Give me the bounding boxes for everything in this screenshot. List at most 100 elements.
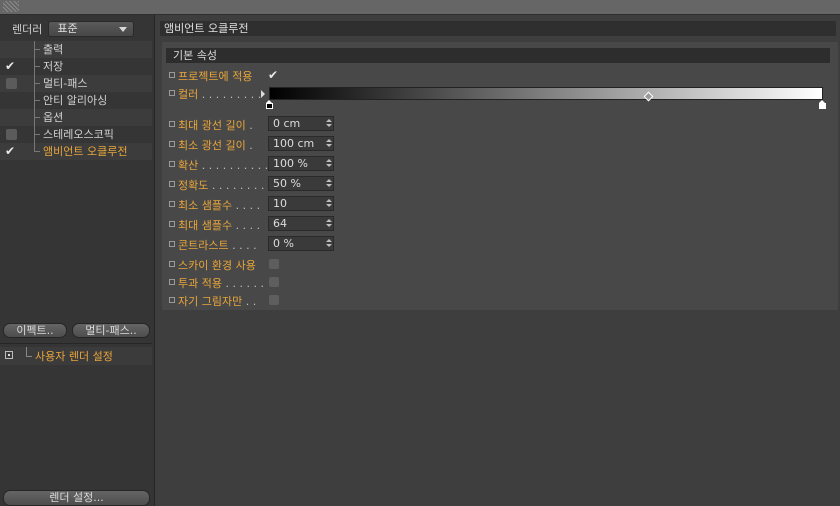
animate-dot-icon[interactable]: [169, 241, 175, 247]
max-samples-input[interactable]: 64: [268, 216, 334, 231]
evaluate-transparency-row: 투과 적용 . . . . . .: [167, 274, 827, 290]
accuracy-input[interactable]: 50 %: [268, 176, 334, 191]
animate-dot-icon[interactable]: [169, 161, 175, 167]
contrast-input[interactable]: 0 %: [268, 236, 334, 251]
expand-triangle-icon[interactable]: [261, 90, 265, 98]
checkbox[interactable]: [6, 129, 17, 140]
label-dots: . . . . . . . . .: [208, 179, 272, 192]
label-dots: . . . .: [228, 239, 257, 252]
animate-dot-icon[interactable]: [169, 221, 175, 227]
attributes-panel: 앰비언트 오클루전 기본 속성 프로젝트에 적용 ✔ 컬러 . . . . . …: [156, 15, 840, 506]
checkmark-icon[interactable]: ✔: [5, 58, 15, 75]
tree-branch: [26, 356, 32, 357]
label-dots: . . . .: [232, 219, 261, 232]
label-text: 콘트라스트: [178, 239, 229, 252]
spinner-arrows-icon[interactable]: [326, 199, 332, 208]
param-label: 최소 광선 길이 .: [178, 137, 253, 153]
apply-to-project-checkbox[interactable]: ✔: [268, 67, 278, 83]
grip-icon[interactable]: [3, 1, 19, 12]
tree-item-options[interactable]: 옵션: [0, 109, 152, 126]
animate-dot-icon[interactable]: [169, 90, 175, 96]
param-label: 프로젝트에 적용: [178, 70, 253, 83]
dispersion-input[interactable]: 100 %: [268, 156, 334, 171]
gradient-knot-right[interactable]: [819, 100, 826, 109]
multipass-button[interactable]: 멀티-패스..: [72, 323, 150, 338]
animate-dot-icon[interactable]: [169, 141, 175, 147]
animate-dot-icon[interactable]: [169, 297, 175, 303]
self-shadowing-only-checkbox[interactable]: [269, 295, 279, 305]
spinner-arrows-icon[interactable]: [326, 239, 332, 248]
label-text: 확산: [178, 159, 199, 172]
tree-branch: [34, 66, 40, 67]
gradient-midpoint-handle[interactable]: [643, 91, 654, 102]
spinner-arrows-icon[interactable]: [326, 119, 332, 128]
tree-item-antialiasing[interactable]: 안티 알리아싱: [0, 92, 152, 109]
tree-branch: [34, 117, 40, 118]
tree-item-output[interactable]: 출력: [0, 41, 152, 58]
animate-dot-icon[interactable]: [169, 121, 175, 127]
tree-branch: [34, 134, 40, 135]
param-label: 정확도 . . . . . . . . .: [178, 177, 271, 193]
label-text: 최소 광선 길이: [178, 139, 246, 152]
tree-item-ambient-occlusion[interactable]: ✔ 앰비언트 오클루전: [0, 143, 152, 160]
label-dots: . . . . . . . . . .: [198, 159, 269, 172]
checkbox[interactable]: [6, 78, 17, 89]
left-panel: 렌더러 표준 출력 ✔ 저장 멀티-패스 안티 알리아싱 옵션 스테레오스코픽 …: [0, 15, 155, 506]
min-ray-length-input[interactable]: 100 cm: [268, 136, 334, 151]
label-dots: . . . . . . . . .: [198, 88, 262, 101]
basic-properties-group: 기본 속성 프로젝트에 적용 ✔ 컬러 . . . . . . . . . 최대…: [162, 42, 838, 310]
spinner-arrows-icon[interactable]: [326, 159, 332, 168]
gradient-knot-left[interactable]: [266, 100, 273, 109]
field-value: 0 cm: [273, 117, 301, 130]
divider: [0, 343, 152, 344]
color-label: 컬러: [178, 88, 199, 101]
max-ray-length-input[interactable]: 0 cm: [268, 116, 334, 131]
max-ray-length-row: 최대 광선 길이 . 0 cm: [167, 116, 827, 132]
label-text: 정확도: [178, 179, 209, 192]
tree-item-multipass[interactable]: 멀티-패스: [0, 75, 152, 92]
user-render-setting-label: 사용자 렌더 설정: [35, 350, 113, 363]
min-samples-input[interactable]: 10: [268, 196, 334, 211]
effect-button[interactable]: 이펙트..: [3, 323, 67, 338]
field-value: 0 %: [273, 237, 294, 250]
field-value: 64: [273, 217, 287, 230]
knot-swatch: [819, 103, 826, 109]
color-gradient[interactable]: [269, 87, 823, 102]
checkmark-icon[interactable]: ✔: [5, 143, 15, 160]
field-value: 100 cm: [273, 137, 315, 150]
label-text: 최소 샘플수: [178, 199, 233, 212]
renderer-value: 표준: [57, 22, 78, 35]
tree-item-label: 안티 알리아싱: [43, 94, 108, 107]
contrast-row: 콘트라스트 . . . . 0 %: [167, 236, 827, 252]
animate-dot-icon[interactable]: [169, 181, 175, 187]
animate-dot-icon[interactable]: [169, 72, 175, 78]
min-samples-row: 최소 샘플수 . . . . 10: [167, 196, 827, 212]
spinner-arrows-icon[interactable]: [326, 179, 332, 188]
tree-item-stereoscopic[interactable]: 스테레오스코픽: [0, 126, 152, 143]
render-settings-button[interactable]: 렌더 설정...: [3, 490, 150, 506]
spinner-arrows-icon[interactable]: [326, 219, 332, 228]
tree-item-label: 앰비언트 오클루전: [43, 145, 128, 158]
expand-icon[interactable]: [5, 351, 13, 359]
self-shadowing-only-row: 자기 그림자만 . .: [167, 292, 827, 308]
renderer-label: 렌더러: [12, 23, 43, 36]
spinner-arrows-icon[interactable]: [326, 139, 332, 148]
tree-item-label: 출력: [43, 43, 64, 56]
field-value: 50 %: [273, 177, 301, 190]
use-sky-environment-checkbox[interactable]: [269, 259, 279, 269]
label-dots: . . . . . .: [221, 277, 264, 290]
dispersion-row: 확산 . . . . . . . . . . 100 %: [167, 156, 827, 172]
animate-dot-icon[interactable]: [169, 201, 175, 207]
renderer-dropdown[interactable]: 표준: [48, 21, 135, 37]
user-render-setting-item[interactable]: 사용자 렌더 설정: [0, 347, 152, 365]
animate-dot-icon[interactable]: [169, 261, 175, 267]
tree-item-save[interactable]: ✔ 저장: [0, 58, 152, 75]
label-text: 투과 적용: [178, 277, 222, 290]
render-settings-tree: 출력 ✔ 저장 멀티-패스 안티 알리아싱 옵션 스테레오스코픽 ✔ 앰비언트 …: [0, 41, 152, 160]
tree-line: [26, 347, 27, 356]
animate-dot-icon[interactable]: [169, 279, 175, 285]
tree-branch: [34, 83, 40, 84]
apply-to-project-row: 프로젝트에 적용 ✔: [167, 67, 827, 83]
knot-swatch: [266, 103, 273, 109]
evaluate-transparency-checkbox[interactable]: [269, 277, 279, 287]
